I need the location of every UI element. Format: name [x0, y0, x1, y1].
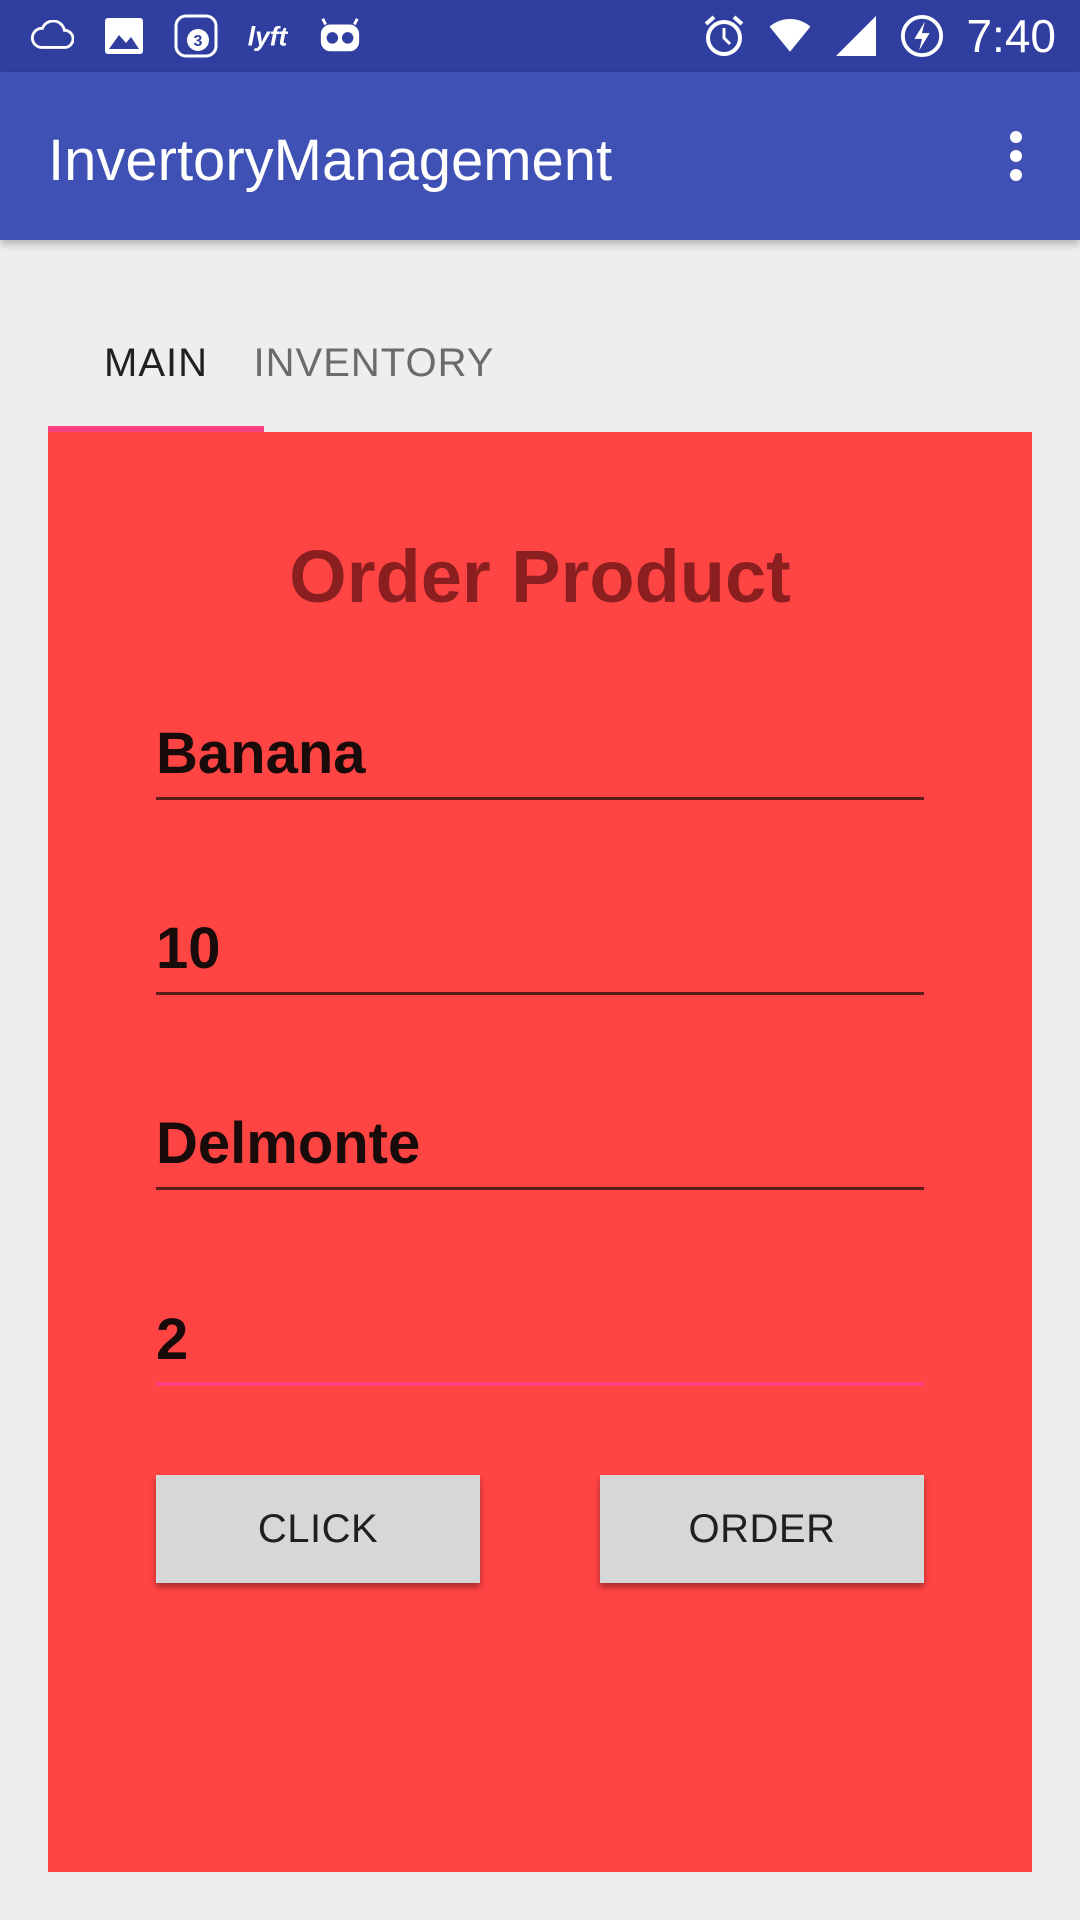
app-bar: InvertoryManagement	[0, 72, 1080, 240]
tab-inventory[interactable]: INVENTORY	[254, 300, 494, 426]
image-icon	[102, 14, 146, 58]
quantity-input[interactable]	[156, 905, 924, 991]
page-title: Order Product	[289, 535, 791, 618]
alarm-icon	[702, 14, 746, 58]
product-name-field	[156, 710, 924, 800]
lyft-logo-text: lyft	[248, 22, 289, 52]
product-name-input[interactable]	[156, 710, 924, 796]
count-input[interactable]	[156, 1296, 924, 1382]
field-underline	[156, 1187, 924, 1190]
system-icons: 7:40	[702, 10, 1056, 62]
status-time: 7:40	[966, 10, 1056, 62]
field-underline	[156, 992, 924, 995]
app-title: InvertoryManagement	[48, 128, 613, 193]
order-product-panel: Order Product CLICK ORDER	[48, 432, 1032, 1872]
cloud-icon	[30, 14, 74, 58]
click-button[interactable]: CLICK	[156, 1475, 480, 1583]
more-vert-icon[interactable]	[980, 120, 1052, 192]
quantity-field	[156, 905, 924, 995]
notification-icons: 3 lyft	[30, 14, 362, 58]
badge-3-icon: 3	[174, 14, 218, 58]
battery-charging-icon	[900, 14, 944, 58]
field-underline	[156, 797, 924, 800]
supplier-input[interactable]	[156, 1100, 924, 1186]
tab-main[interactable]: MAIN	[48, 300, 264, 426]
signal-icon	[834, 14, 878, 58]
order-button[interactable]: ORDER	[600, 1475, 924, 1583]
status-bar: 3 lyft 7:40	[0, 0, 1080, 72]
lyft-icon: lyft	[246, 14, 290, 58]
badge-count: 3	[194, 33, 203, 50]
tab-bar: MAIN INVENTORY	[48, 300, 494, 432]
supplier-field	[156, 1100, 924, 1190]
count-field	[156, 1296, 924, 1386]
field-underline-focused	[156, 1382, 924, 1386]
wifi-icon	[768, 14, 812, 58]
robot-icon	[318, 14, 362, 58]
